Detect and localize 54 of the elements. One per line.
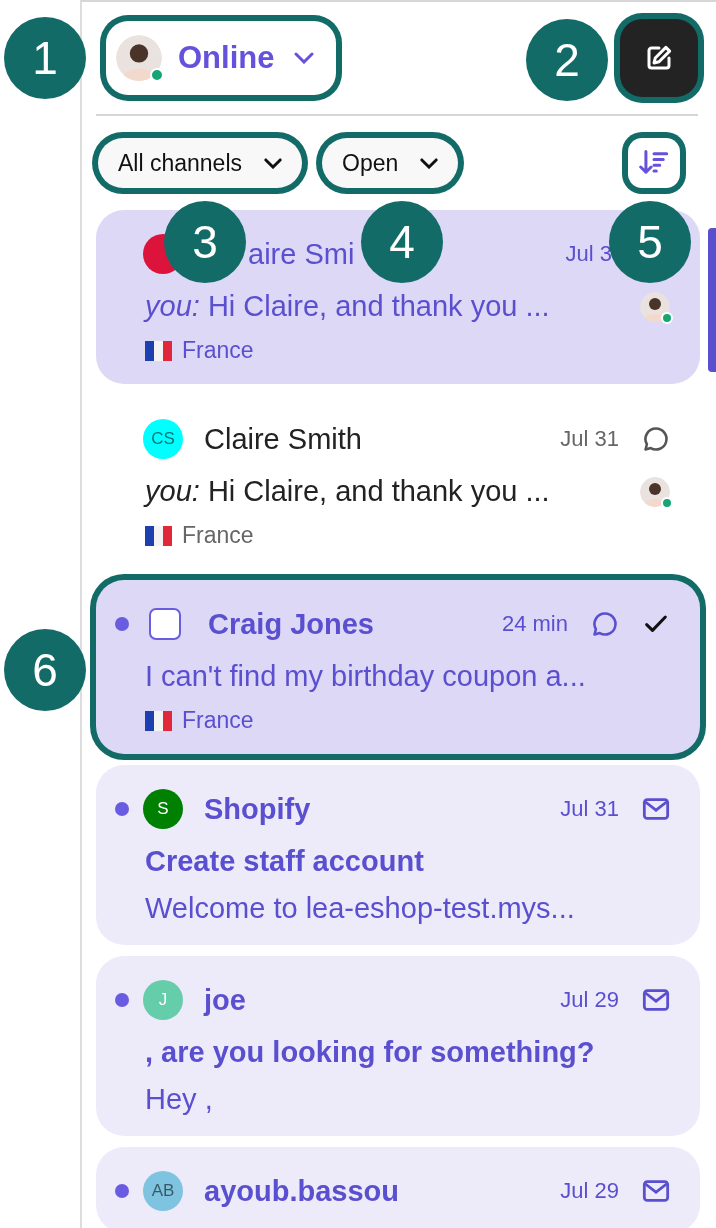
country-label: France [182, 707, 254, 734]
message-preview: you: Hi Claire, and thank you ... [145, 290, 551, 323]
contact-name: Craig Jones [208, 607, 374, 641]
timestamp: Jul 31 [560, 796, 619, 822]
mail-icon [642, 797, 670, 821]
contact-avatar: J [143, 980, 183, 1020]
timestamp: Jul 3 [565, 241, 612, 267]
email-subject: , are you looking for something? [144, 1036, 596, 1069]
contact-name: aire Smi [248, 237, 355, 271]
email-card[interactable]: AB ayoub.bassou Jul 29 [96, 1147, 700, 1228]
chevron-icon [264, 157, 283, 169]
email-subject: Create staff account [144, 845, 425, 878]
agent-avatar [116, 35, 162, 81]
timestamp: Jul 29 [560, 987, 619, 1013]
sort-icon [639, 149, 669, 177]
mail-icon [642, 1179, 670, 1203]
message-preview: Welcome to lea-eshop-test.mys... [145, 892, 576, 925]
mail-icon [642, 988, 670, 1012]
contact-name: ayoub.bassou [204, 1174, 399, 1208]
agent-avatar [640, 476, 670, 507]
contact-avatar: S [143, 789, 183, 829]
flag-icon [145, 340, 172, 361]
callout-marker: 6 [4, 629, 86, 711]
unread-dot [115, 617, 129, 631]
timestamp: Jul 29 [560, 1178, 619, 1204]
flag-icon [145, 710, 172, 731]
callout-marker: 1 [4, 17, 86, 99]
checkbox[interactable] [149, 608, 181, 640]
contact-avatar: CS [143, 419, 183, 459]
message-preview: Hey , [145, 1083, 214, 1116]
compose-icon [644, 43, 674, 73]
chevron-icon [420, 157, 439, 169]
timestamp: Jul 31 [560, 426, 619, 452]
email-card[interactable]: S Shopify Jul 31 Create staff account Welcome to lea-eshop-test.mys... [96, 765, 700, 945]
contact-name: Claire Smith [204, 422, 362, 456]
contact-avatar: AB [143, 1171, 183, 1211]
message-preview: you: Hi Claire, and thank you ... [145, 475, 551, 508]
country-label: France [182, 337, 254, 364]
agent-avatar [640, 291, 670, 322]
chevron-icon [294, 52, 315, 64]
message-preview: I can't find my birthday coupon a... [145, 660, 587, 693]
chat-icon [591, 610, 619, 638]
chat-icon [642, 425, 670, 453]
unread-dot [115, 1184, 129, 1198]
flag-icon [145, 525, 172, 546]
country-label: France [182, 522, 254, 549]
scrollbar[interactable] [708, 228, 716, 372]
email-card[interactable]: J joe Jul 29 , are you looking for something? Hey , [96, 956, 700, 1136]
contact-name: joe [204, 983, 246, 1017]
timestamp: 24 min [501, 611, 568, 637]
callout-marker: 2 [526, 19, 608, 101]
contact-name: Shopify [204, 792, 311, 826]
unread-dot [115, 993, 129, 1007]
unread-dot [115, 802, 129, 816]
